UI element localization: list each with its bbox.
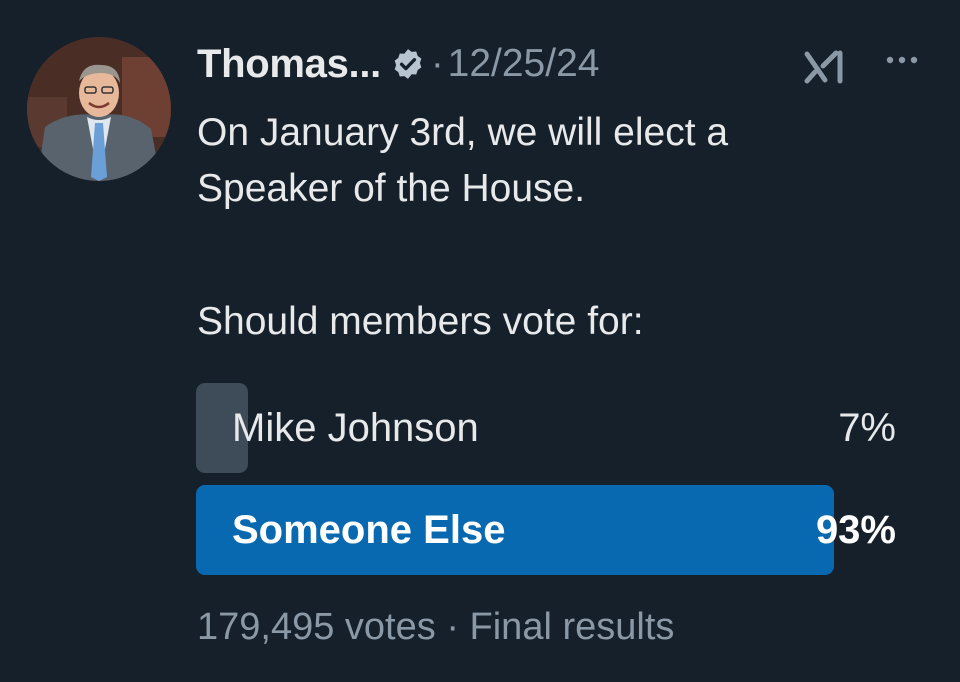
- tweet-text-line: Speaker of the House.: [197, 167, 586, 210]
- tweet-text-line: On January 3rd, we will elect a: [197, 111, 729, 154]
- poll-option-label: Mike Johnson: [232, 406, 479, 450]
- poll-status: Final results: [469, 606, 675, 648]
- tweet-date[interactable]: 12/25/24: [448, 42, 600, 86]
- poll-footer: 179,495 votes · Final results: [197, 600, 674, 654]
- avatar-photo: [27, 37, 171, 181]
- author-avatar[interactable]: [27, 37, 171, 181]
- poll-option-someone-else: Someone Else 93%: [196, 485, 896, 575]
- author-name[interactable]: Thomas...: [197, 42, 381, 87]
- poll-option-mike-johnson: Mike Johnson 7%: [196, 383, 896, 473]
- grok-icon[interactable]: [803, 50, 847, 84]
- verified-badge-icon[interactable]: [391, 47, 425, 81]
- more-options-icon[interactable]: [880, 50, 928, 70]
- header-separator: ·: [431, 42, 444, 85]
- poll-option-percent: 93%: [815, 508, 896, 552]
- tweet-header: Thomas... · 12/25/24: [197, 36, 937, 92]
- tweet-text-line: Should members vote for:: [197, 300, 644, 343]
- poll-option-percent: 7%: [838, 406, 896, 450]
- tweet-text: On January 3rd, we will elect a Speaker …: [197, 105, 937, 350]
- footer-separator: ·: [446, 606, 459, 648]
- poll-vote-count: 179,495 votes: [197, 606, 436, 648]
- poll-option-label: Someone Else: [232, 508, 506, 552]
